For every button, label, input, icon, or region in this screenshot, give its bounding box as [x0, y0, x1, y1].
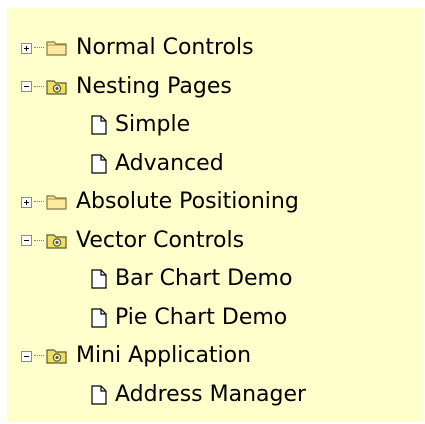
page-icon: [91, 269, 107, 289]
tree-connector: [34, 85, 44, 88]
page-icon: [91, 115, 107, 135]
tree-node-absolute-positioning[interactable]: Absolute Positioning: [7, 183, 423, 222]
collapse-icon[interactable]: [21, 81, 32, 93]
open-folder-icon: [46, 347, 68, 365]
tree-node-label[interactable]: Vector Controls: [76, 229, 244, 252]
tree-node-label[interactable]: Bar Chart Demo: [115, 268, 292, 290]
tree-node-normal-controls[interactable]: Normal Controls: [7, 29, 423, 68]
page-icon: [91, 308, 107, 328]
page-icon: [91, 154, 107, 174]
tree-node-bar-chart-demo[interactable]: Bar Chart Demo: [7, 260, 423, 299]
tree-node-nesting-pages[interactable]: Nesting Pages: [7, 68, 423, 107]
open-folder-icon: [46, 232, 68, 250]
tree-node-vector-controls[interactable]: Vector Controls: [7, 222, 423, 261]
tree-node-label[interactable]: Simple: [115, 114, 190, 136]
tree-node-label[interactable]: Address Manager: [115, 383, 306, 406]
tree-node-label[interactable]: Nesting Pages: [76, 75, 232, 98]
collapse-icon[interactable]: [21, 235, 32, 247]
tree-node-pie-chart-demo[interactable]: Pie Chart Demo: [7, 299, 423, 338]
folder-icon: [46, 39, 68, 57]
tree-connector: [34, 239, 44, 242]
tree-node-label[interactable]: Pie Chart Demo: [115, 306, 287, 329]
expand-icon[interactable]: [21, 42, 32, 54]
collapse-icon[interactable]: [21, 350, 32, 362]
tree-view: Normal Controls Nesting Pages Simple Adv…: [7, 29, 423, 414]
open-folder-icon: [46, 78, 68, 96]
tree-node-mini-application[interactable]: Mini Application: [7, 337, 423, 376]
folder-icon: [46, 193, 68, 211]
expand-icon[interactable]: [21, 196, 32, 208]
tree-connector: [34, 355, 44, 357]
tree-connector: [34, 47, 44, 49]
tree-node-label[interactable]: Advanced: [115, 152, 224, 175]
page-icon: [91, 385, 107, 405]
navigation-panel: Normal Controls Nesting Pages Simple Adv…: [7, 8, 423, 422]
tree-node-label[interactable]: Normal Controls: [76, 37, 254, 59]
tree-node-label[interactable]: Absolute Positioning: [76, 191, 299, 213]
tree-node-simple[interactable]: Simple: [7, 106, 423, 145]
tree-node-label[interactable]: Mini Application: [76, 345, 251, 367]
tree-node-address-manager[interactable]: Address Manager: [7, 376, 423, 415]
tree-node-advanced[interactable]: Advanced: [7, 145, 423, 184]
tree-connector: [34, 201, 44, 203]
